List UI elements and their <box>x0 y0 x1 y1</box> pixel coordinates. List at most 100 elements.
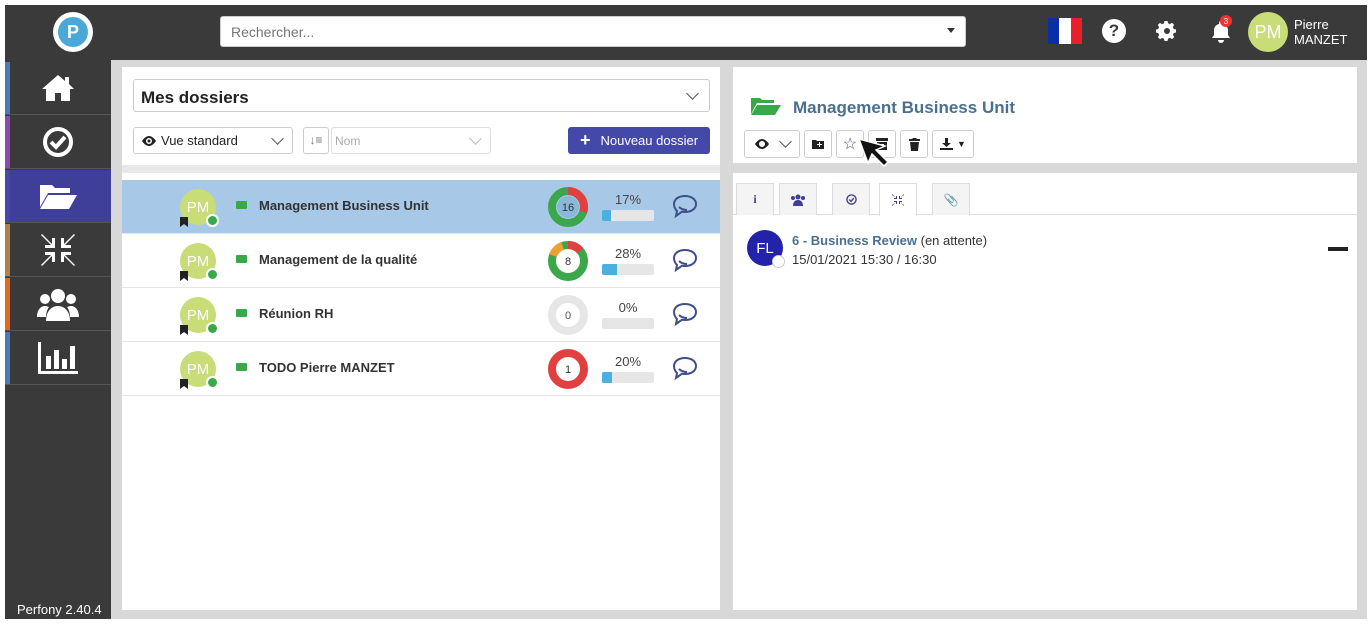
settings-button[interactable] <box>1153 17 1181 45</box>
folders-panel: Mes dossiers Vue standard ↓≡ Nom + Nouve… <box>122 67 720 610</box>
status-donut: 16 <box>548 187 588 227</box>
owner-initials: PM <box>186 198 210 216</box>
progress-fill <box>602 210 611 221</box>
progress-percent: 20% <box>614 354 642 369</box>
view-select[interactable]: Vue standard <box>133 127 293 154</box>
folder-title: Management Business Unit <box>793 98 1015 117</box>
folder-row[interactable]: PM Management Business Unit 16 17% <box>122 180 720 234</box>
app-logo[interactable]: P <box>53 12 93 52</box>
status-donut: 1 <box>548 349 588 389</box>
folder-open-icon <box>40 185 77 209</box>
sidebar-item-folders[interactable] <box>5 170 111 223</box>
search-input[interactable] <box>221 17 921 46</box>
folder-row[interactable]: PM Management de la qualité 8 28% <box>122 234 720 288</box>
chevron-down-icon <box>686 87 699 100</box>
sidebar: Perfony 2.40.4 <box>5 60 111 619</box>
help-button[interactable]: ? <box>1100 17 1128 45</box>
meeting-title[interactable]: 6 - Business Review <box>792 233 917 248</box>
bookmark-icon <box>180 217 188 227</box>
new-subfolder-button[interactable] <box>804 130 832 158</box>
paperclip-icon: 📎 <box>943 192 959 207</box>
search-box[interactable] <box>220 16 966 47</box>
export-button[interactable]: ▼ <box>932 130 974 158</box>
sort-order-button[interactable]: ↓≡ <box>303 127 329 154</box>
collapse-button[interactable] <box>1328 247 1348 251</box>
comments-icon[interactable] <box>670 248 700 274</box>
folder-header: Management Business Unit ☆ ▼ <box>733 67 1357 163</box>
sort-field-select[interactable]: Nom <box>331 127 491 154</box>
sidebar-item-home[interactable] <box>5 62 111 115</box>
progress-percent: 17% <box>614 192 642 207</box>
user-avatar[interactable]: PM <box>1248 12 1288 52</box>
owner-avatar: PM <box>180 351 219 389</box>
folders-select-value: Mes dossiers <box>141 88 249 107</box>
new-folder-label: Nouveau dossier <box>600 133 699 148</box>
owner-initials: PM <box>186 360 210 378</box>
tab-meetings[interactable] <box>879 183 917 216</box>
sidebar-item-teams[interactable] <box>5 278 111 331</box>
progress-fill <box>602 264 617 275</box>
eye-icon <box>142 136 156 146</box>
view-select-value: Vue standard <box>161 133 238 148</box>
folder-name: TODO Pierre MANZET <box>259 360 395 375</box>
delete-button[interactable] <box>900 130 928 158</box>
bar-chart-icon <box>38 342 78 374</box>
logo-letter: P <box>58 17 88 47</box>
user-last-name: MANZET <box>1294 32 1348 47</box>
user-name[interactable]: Pierre MANZET <box>1294 17 1347 47</box>
owner-avatar: PM <box>180 189 219 227</box>
sidebar-stripe <box>5 278 10 330</box>
comments-icon[interactable] <box>670 194 700 220</box>
tab-info[interactable]: i <box>736 183 774 215</box>
meeting-item[interactable]: 6 - Business Review (en attente) <box>792 233 987 248</box>
folders-select[interactable]: Mes dossiers <box>133 79 710 112</box>
sidebar-item-reports[interactable] <box>5 332 111 385</box>
sidebar-item-tasks[interactable] <box>5 116 111 169</box>
owner-avatar: PM <box>180 243 219 281</box>
chevron-down-icon <box>778 134 792 148</box>
compress-arrows-icon <box>892 194 904 206</box>
sort-icon: ↓≡ <box>309 133 323 147</box>
new-folder-button[interactable]: + Nouveau dossier <box>568 127 710 154</box>
bookmark-icon <box>180 379 188 389</box>
sidebar-item-actions[interactable] <box>5 224 111 277</box>
folder-row[interactable]: PM TODO Pierre MANZET 1 20% <box>122 342 720 396</box>
status-dot <box>772 255 785 268</box>
users-icon <box>37 289 79 321</box>
folder-row[interactable]: PM Réunion RH 0 0% <box>122 288 720 342</box>
detail-tabs: i 📎 <box>733 183 1357 216</box>
folder-name: Réunion RH <box>259 306 334 321</box>
sidebar-stripe <box>5 332 10 384</box>
progress-percent: 28% <box>614 246 642 261</box>
french-flag-icon[interactable] <box>1048 18 1082 44</box>
star-icon: ☆ <box>842 136 858 153</box>
progress-percent: 0% <box>618 300 638 315</box>
mouse-cursor-icon <box>857 137 890 168</box>
tab-attachments[interactable]: 📎 <box>932 183 970 215</box>
check-circle-icon <box>43 127 73 157</box>
online-dot <box>206 214 219 227</box>
view-mode-button[interactable] <box>744 130 800 158</box>
donut-count: 8 <box>565 256 571 268</box>
chevron-down-icon <box>469 132 482 145</box>
folder-icon <box>236 363 247 371</box>
progress-fill <box>602 372 613 383</box>
progress-bar <box>602 318 654 329</box>
online-dot <box>206 376 219 389</box>
tab-participants[interactable] <box>779 183 817 215</box>
comments-icon[interactable] <box>670 356 700 382</box>
user-first-name: Pierre <box>1294 17 1329 32</box>
list-separator <box>122 165 720 173</box>
progress-bar <box>602 264 654 275</box>
app-version: Perfony 2.40.4 <box>17 602 102 617</box>
online-dot <box>206 268 219 281</box>
status-donut: 0 <box>548 295 588 335</box>
info-icon: i <box>753 192 757 206</box>
status-donut: 8 <box>548 241 588 281</box>
tab-tasks[interactable] <box>832 183 870 215</box>
trash-icon <box>908 137 920 151</box>
panel-resize-handle[interactable] <box>722 60 732 619</box>
search-dropdown-icon[interactable] <box>947 28 955 33</box>
comments-icon[interactable] <box>670 302 700 328</box>
top-bar: P ? 3 PM Pierre MANZET <box>5 5 1367 60</box>
